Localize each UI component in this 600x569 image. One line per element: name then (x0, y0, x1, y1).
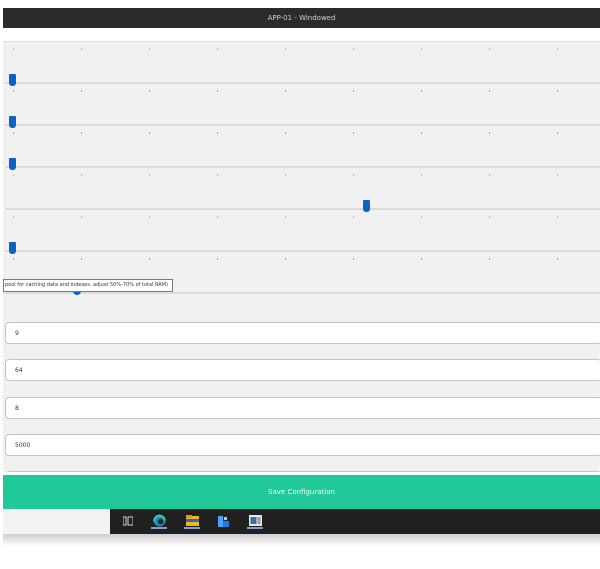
slider-tick (421, 48, 422, 50)
slider-tick (81, 90, 82, 92)
slider-tick (285, 216, 286, 218)
save-button-label: Save Configuration (268, 488, 335, 496)
slider-5-thumb[interactable] (9, 242, 16, 254)
slider-tick (489, 216, 490, 218)
slider-tick (13, 48, 14, 50)
field-5-partial[interactable] (5, 471, 600, 472)
network-app-icon[interactable] (215, 513, 231, 529)
slider-tick (217, 90, 218, 92)
slider-3-thumb[interactable] (9, 158, 16, 170)
slider-tick (81, 258, 82, 260)
slider-tick (421, 174, 422, 176)
window-titlebar[interactable]: APP-01 - Windowed (3, 8, 600, 28)
config-panel: pool for caching data and indexes. adjus… (3, 28, 600, 472)
field-1-value: 9 (15, 329, 19, 337)
slider-tick (285, 90, 286, 92)
field-1[interactable]: 9 (5, 322, 600, 344)
slider-tick (353, 48, 354, 50)
field-3[interactable]: 8 (5, 397, 600, 419)
slider-tick (557, 258, 558, 260)
slider-tick (81, 216, 82, 218)
tooltip: pool for caching data and indexes. adjus… (3, 279, 173, 292)
slider-tick (13, 90, 14, 92)
slider-5-track[interactable] (5, 250, 600, 252)
slider-3-track[interactable] (5, 166, 600, 168)
slider-tick (149, 48, 150, 50)
slider-tick (217, 258, 218, 260)
slider-tick (353, 174, 354, 176)
field-4-value: 5000 (15, 441, 31, 449)
slider-tick (353, 90, 354, 92)
slider-tick (489, 258, 490, 260)
slider-tick (149, 174, 150, 176)
slider-tick (353, 216, 354, 218)
slider-tick (285, 174, 286, 176)
slider-tick (557, 132, 558, 134)
field-3-value: 8 (15, 404, 19, 412)
slider-tick (353, 132, 354, 134)
slider-4-thumb[interactable] (362, 200, 370, 212)
slider-tick (81, 48, 82, 50)
terminal-app-icon[interactable] (247, 513, 263, 529)
slider-tick (149, 90, 150, 92)
slider-tick (285, 48, 286, 50)
save-configuration-button[interactable]: Save Configuration (3, 475, 600, 509)
slider-tick (13, 132, 14, 134)
slider-tick (421, 216, 422, 218)
taskbar (3, 509, 600, 534)
slider-tick (149, 258, 150, 260)
slider-tick (489, 48, 490, 50)
task-view-icon[interactable] (120, 513, 136, 529)
slider-1-thumb[interactable] (9, 74, 16, 86)
tooltip-text: pool for caching data and indexes. adjus… (5, 282, 168, 288)
file-explorer-icon[interactable] (184, 513, 200, 529)
field-4[interactable]: 5000 (5, 434, 600, 456)
slider-tick (81, 132, 82, 134)
slider-tick (421, 132, 422, 134)
slider-tick (149, 216, 150, 218)
slider-tick (13, 258, 14, 260)
slider-tick (217, 216, 218, 218)
slider-tick (421, 258, 422, 260)
slider-tick (353, 258, 354, 260)
slider-tick (489, 132, 490, 134)
panel-header-strip (3, 28, 600, 42)
slider-6-track[interactable] (5, 292, 600, 294)
slider-tick (421, 90, 422, 92)
window-title: APP-01 - Windowed (267, 14, 336, 22)
taskbar-search-area[interactable] (3, 509, 110, 534)
slider-4-track[interactable] (5, 208, 600, 210)
slider-tick (217, 48, 218, 50)
edge-browser-icon[interactable] (151, 513, 167, 529)
slider-2-track[interactable] (5, 124, 600, 126)
slider-tick (13, 216, 14, 218)
slider-tick (217, 132, 218, 134)
slider-tick (285, 132, 286, 134)
slider-tick (285, 258, 286, 260)
slider-tick (13, 174, 14, 176)
slider-tick (557, 48, 558, 50)
slider-tick (217, 174, 218, 176)
slider-tick (149, 132, 150, 134)
window-shadow (3, 534, 600, 546)
field-2-value: 64 (15, 366, 23, 374)
slider-tick (557, 216, 558, 218)
slider-tick (81, 174, 82, 176)
slider-tick (557, 90, 558, 92)
slider-tick (489, 174, 490, 176)
slider-tick (489, 90, 490, 92)
slider-tick (557, 174, 558, 176)
slider-1-track[interactable] (5, 82, 600, 84)
field-2[interactable]: 64 (5, 359, 600, 381)
slider-2-thumb[interactable] (9, 116, 16, 128)
